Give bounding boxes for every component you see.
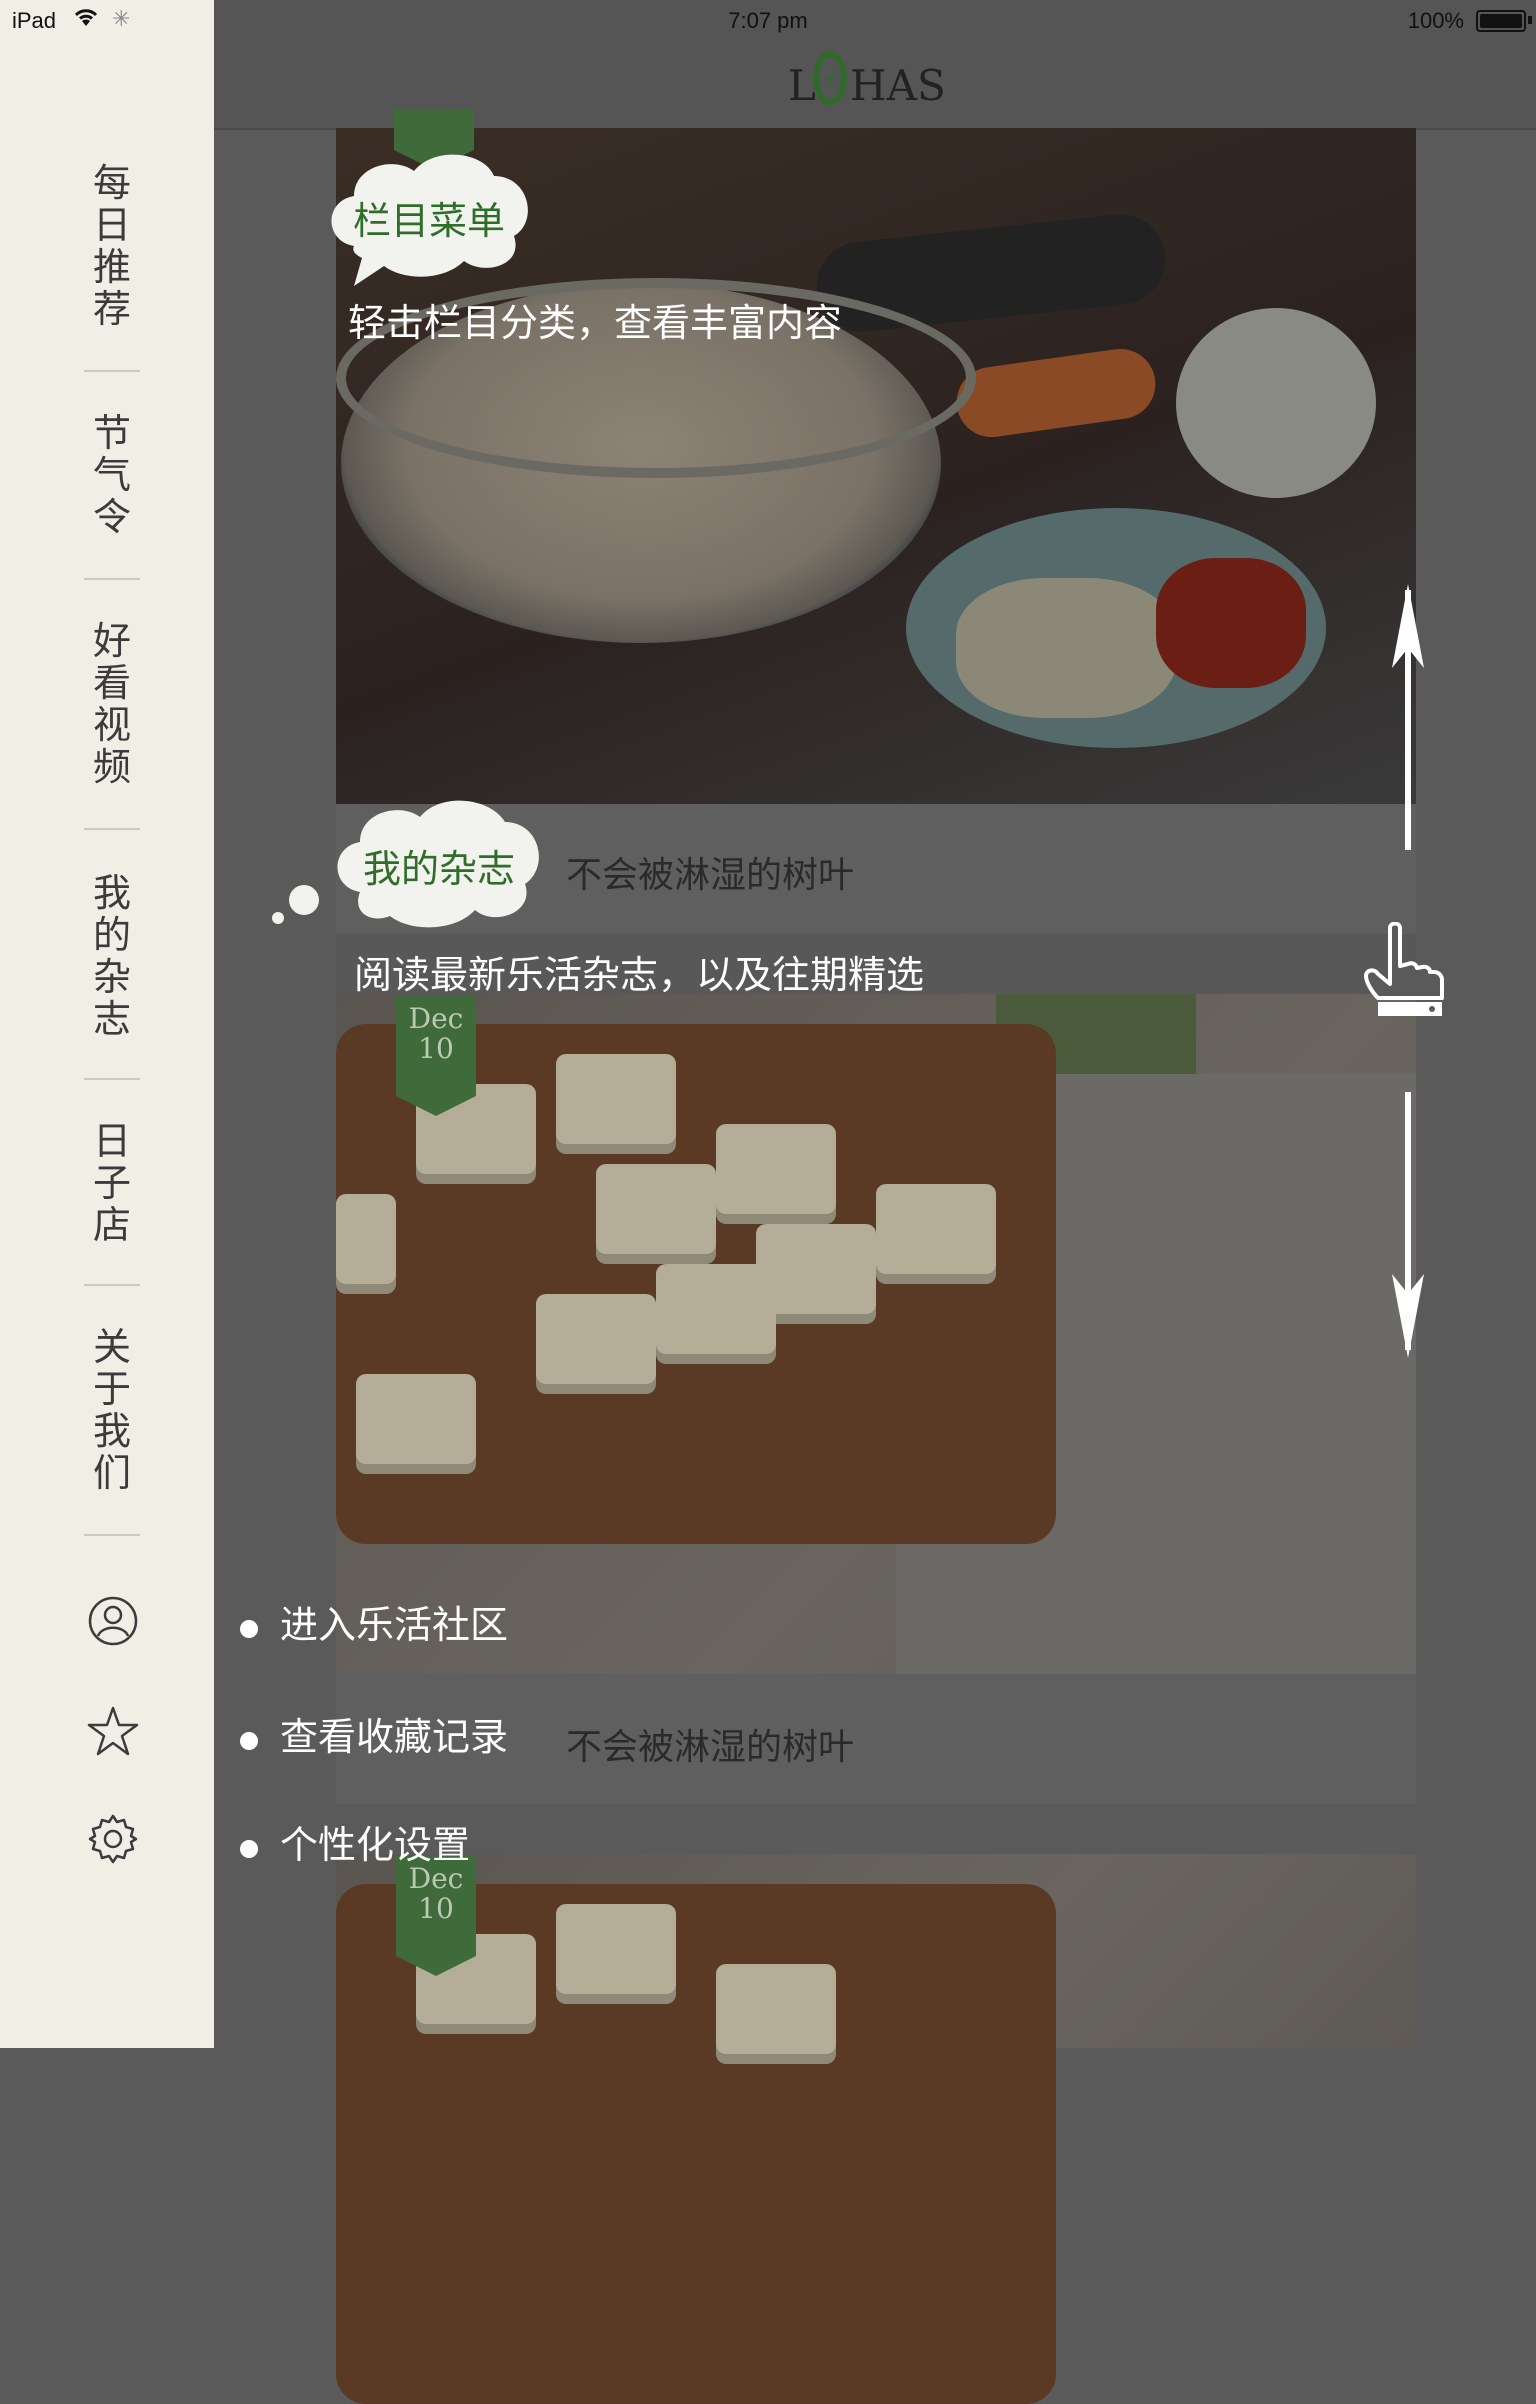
date-ribbon-1 bbox=[394, 110, 474, 170]
hint-favorites-label: 查看收藏记录 bbox=[280, 1715, 509, 1759]
hint-community-label: 进入乐活社区 bbox=[280, 1603, 509, 1647]
sidebar-divider bbox=[84, 1078, 140, 1080]
sidebar-item-my-magazine[interactable]: 我的杂志 bbox=[84, 872, 140, 1040]
date-ribbon-2: Dec 10 bbox=[396, 996, 476, 1116]
bubble-label: 我的杂志 bbox=[362, 846, 515, 891]
sidebar-divider bbox=[84, 1534, 140, 1536]
status-bar: iPad ✳ 7:07 pm 100% bbox=[0, 0, 1536, 40]
date-day: 10 bbox=[418, 1032, 454, 1065]
tutorial-bubble-column-menu: 栏目菜单 bbox=[324, 146, 534, 288]
star-icon[interactable] bbox=[86, 1704, 140, 1758]
date-month: Dec bbox=[408, 1002, 464, 1035]
sidebar-divider bbox=[84, 370, 140, 372]
hint-settings: 个性化设置 bbox=[240, 1814, 470, 1869]
hint-favorites: 查看收藏记录 bbox=[240, 1706, 508, 1761]
tutorial-hint-2: 阅读最新乐活杂志，以及往期精选 bbox=[354, 953, 925, 997]
tutorial-hint-1: 轻击栏目分类，查看丰富内容 bbox=[348, 301, 843, 345]
arrow-down-icon bbox=[1388, 1090, 1428, 1360]
date-day: 10 bbox=[418, 1892, 454, 1925]
date-ribbon-3: Dec 10 bbox=[396, 1856, 476, 1976]
sidebar-item-daily[interactable]: 每日推荐 bbox=[84, 162, 140, 330]
sidebar-item-solar-terms[interactable]: 节气令 bbox=[84, 412, 140, 538]
card-title-1[interactable]: 不会被淋湿的树叶 bbox=[566, 846, 854, 898]
card-image-3[interactable] bbox=[336, 1854, 1416, 2404]
battery-icon bbox=[1476, 10, 1526, 32]
sidebar-item-videos[interactable]: 好看视频 bbox=[84, 620, 140, 788]
battery-cap bbox=[1528, 16, 1532, 24]
svg-text:乐活: 乐活 bbox=[824, 73, 848, 87]
hint-settings-label: 个性化设置 bbox=[280, 1823, 471, 1867]
svg-text:L: L bbox=[788, 61, 816, 110]
thought-dots bbox=[268, 884, 320, 924]
card-title-2[interactable]: 不会被淋湿的树叶 bbox=[566, 1718, 854, 1770]
sidebar-item-shop[interactable]: 日子店 bbox=[84, 1120, 140, 1246]
bubble-label: 栏目菜单 bbox=[352, 198, 505, 243]
user-icon[interactable] bbox=[86, 1594, 140, 1648]
svg-text:HAS: HAS bbox=[850, 61, 946, 110]
sidebar: 每日推荐 节气令 好看视频 我的杂志 日子店 关于我们 bbox=[0, 0, 214, 2048]
status-time: 7:07 pm bbox=[728, 8, 808, 33]
hint-community: 进入乐活社区 bbox=[240, 1594, 508, 1649]
battery-percent: 100% bbox=[1407, 8, 1464, 33]
tutorial-bubble-my-magazine: 我的杂志 bbox=[330, 792, 548, 938]
sidebar-divider bbox=[84, 828, 140, 830]
hand-pointer-icon bbox=[1362, 921, 1452, 1022]
arrow-up-icon bbox=[1388, 582, 1428, 852]
sidebar-divider bbox=[84, 1284, 140, 1286]
lohas-logo: L 乐活 HAS bbox=[788, 50, 978, 110]
card-image-2[interactable] bbox=[336, 994, 1416, 1674]
gear-icon[interactable] bbox=[86, 1812, 140, 1866]
sidebar-item-about[interactable]: 关于我们 bbox=[84, 1326, 140, 1494]
sidebar-divider bbox=[84, 578, 140, 580]
